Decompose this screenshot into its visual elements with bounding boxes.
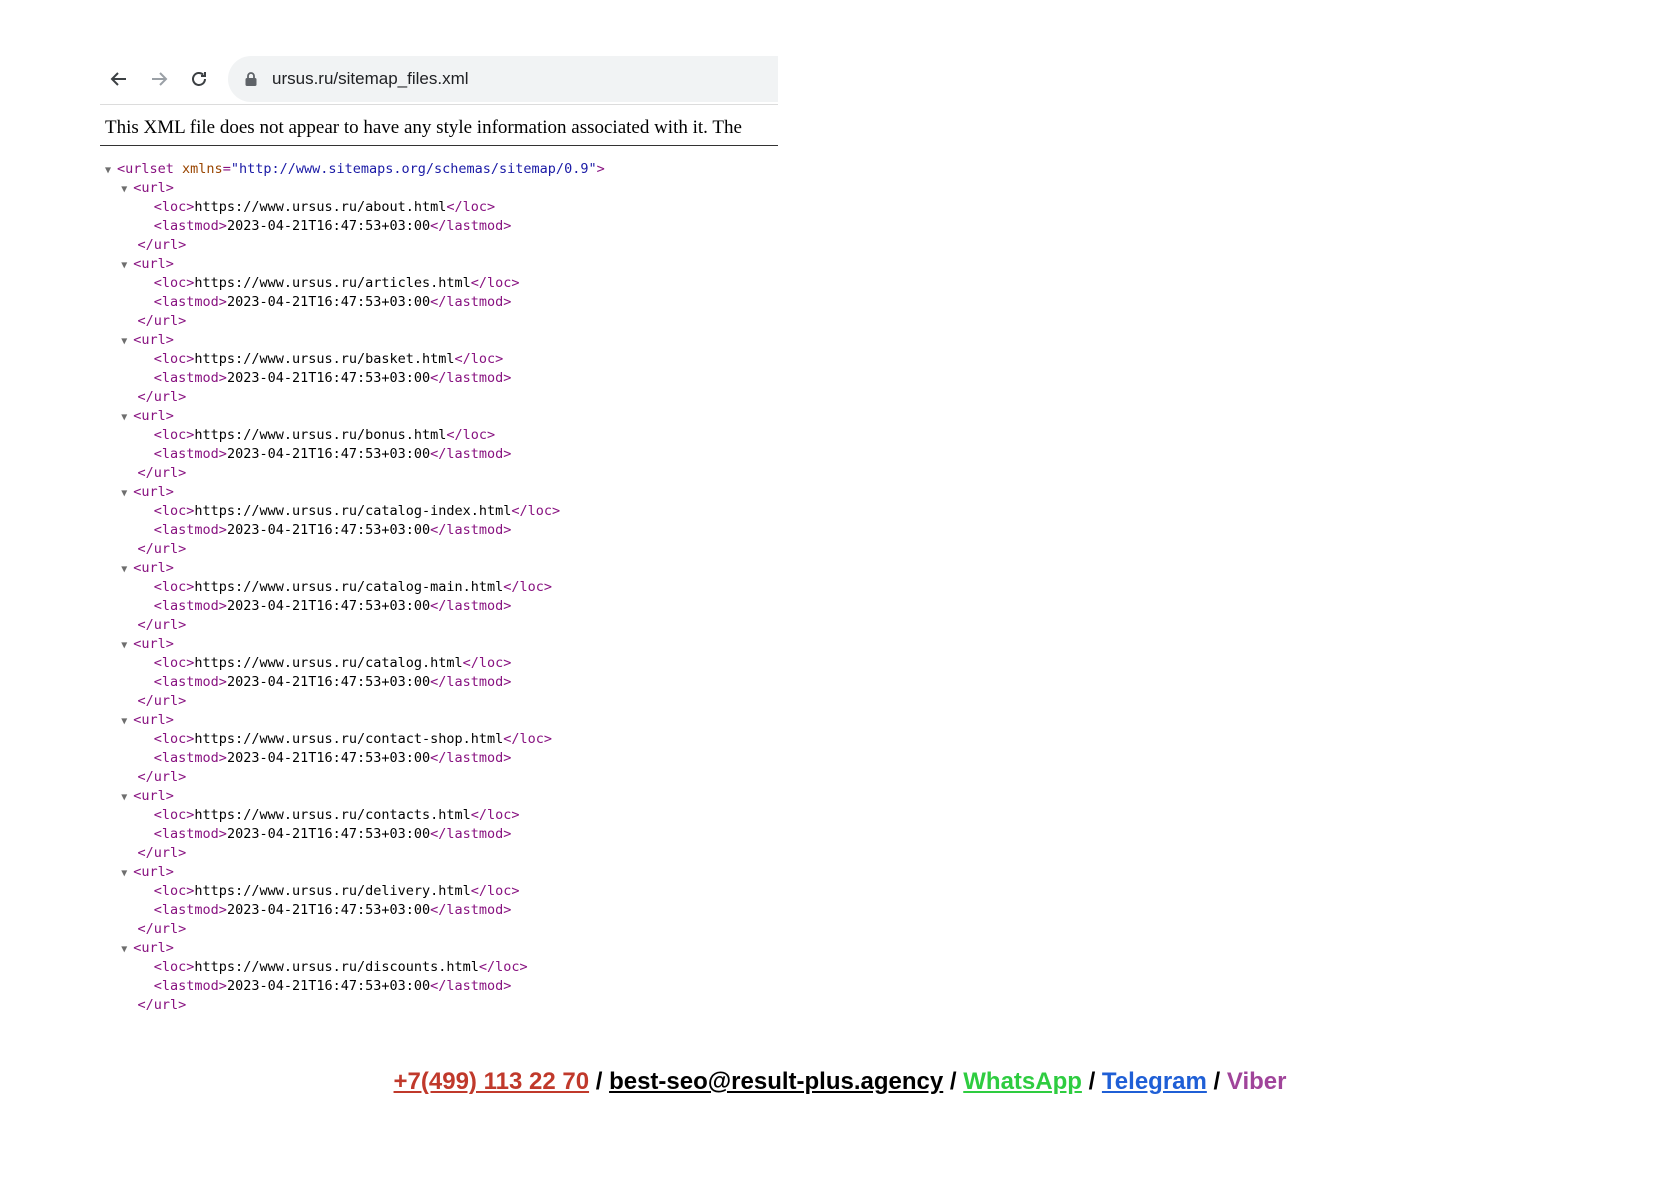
xml-url-open: ▼ <url> [105, 787, 778, 806]
xml-loc-line: <loc>https://www.ursus.ru/delivery.html<… [153, 883, 520, 899]
xml-loc-line: <loc>https://www.ursus.ru/catalog-main.h… [153, 579, 553, 595]
lastmod-value: 2023-04-21T16:47:53+03:00 [226, 598, 431, 614]
xml-loc-line: <loc>https://www.ursus.ru/catalog-index.… [153, 503, 561, 519]
xml-lastmod-line: <lastmod>2023-04-21T16:47:53+03:00</last… [153, 598, 512, 614]
loc-value: https://www.ursus.ru/catalog-main.html [194, 579, 504, 595]
address-bar[interactable] [228, 56, 778, 102]
contact-footer: +7(499) 113 22 70 / best-seo@result-plus… [393, 1068, 1287, 1095]
xml-url-open: ▼ <url> [105, 255, 778, 274]
xml-url-close: </url> [137, 617, 187, 633]
lastmod-value: 2023-04-21T16:47:53+03:00 [226, 218, 431, 234]
lastmod-value: 2023-04-21T16:47:53+03:00 [226, 750, 431, 766]
collapse-triangle-icon[interactable]: ▼ [121, 940, 133, 959]
xml-loc-line: <loc>https://www.ursus.ru/articles.html<… [153, 275, 520, 291]
lastmod-value: 2023-04-21T16:47:53+03:00 [226, 446, 431, 462]
loc-value: https://www.ursus.ru/bonus.html [194, 427, 447, 443]
xml-loc-line: <loc>https://www.ursus.ru/bonus.html</lo… [153, 427, 496, 443]
xml-url-open: ▼ <url> [105, 635, 778, 654]
lastmod-value: 2023-04-21T16:47:53+03:00 [226, 674, 431, 690]
xml-url-close: </url> [137, 769, 187, 785]
loc-value: https://www.ursus.ru/contacts.html [194, 807, 471, 823]
xml-url-close: </url> [137, 237, 187, 253]
xml-lastmod-line: <lastmod>2023-04-21T16:47:53+03:00</last… [153, 826, 512, 842]
xml-url-close: </url> [137, 921, 187, 937]
xml-url-open: ▼ <url> [105, 331, 778, 350]
lastmod-value: 2023-04-21T16:47:53+03:00 [226, 978, 431, 994]
reload-icon [192, 72, 206, 86]
xml-lastmod-line: <lastmod>2023-04-21T16:47:53+03:00</last… [153, 294, 512, 310]
lastmod-value: 2023-04-21T16:47:53+03:00 [226, 902, 431, 918]
address-input[interactable] [270, 68, 674, 90]
xml-url-open: ▼ <url> [105, 559, 778, 578]
xml-loc-line: <loc>https://www.ursus.ru/about.html</lo… [153, 199, 496, 215]
loc-value: https://www.ursus.ru/basket.html [194, 351, 455, 367]
xml-loc-line: <loc>https://www.ursus.ru/contacts.html<… [153, 807, 520, 823]
collapse-triangle-icon[interactable]: ▼ [121, 712, 133, 731]
loc-value: https://www.ursus.ru/delivery.html [194, 883, 471, 899]
collapse-triangle-icon[interactable]: ▼ [121, 332, 133, 351]
email-link[interactable]: best-seo@result-plus.agency [609, 1068, 943, 1095]
reload-button[interactable] [184, 64, 214, 94]
xml-url-open: ▼ <url> [105, 179, 778, 198]
xml-tree: ▼ <urlset xmlns="http://www.sitemaps.org/… [100, 160, 778, 1015]
xml-url-close: </url> [137, 997, 187, 1013]
collapse-triangle-icon[interactable]: ▼ [121, 864, 133, 883]
xml-lastmod-line: <lastmod>2023-04-21T16:47:53+03:00</last… [153, 978, 512, 994]
collapse-triangle-icon[interactable]: ▼ [121, 180, 133, 199]
lastmod-value: 2023-04-21T16:47:53+03:00 [226, 522, 431, 538]
xml-lastmod-line: <lastmod>2023-04-21T16:47:53+03:00</last… [153, 750, 512, 766]
loc-value: https://www.ursus.ru/catalog-index.html [194, 503, 512, 519]
lastmod-value: 2023-04-21T16:47:53+03:00 [226, 370, 431, 386]
xml-lastmod-line: <lastmod>2023-04-21T16:47:53+03:00</last… [153, 522, 512, 538]
xml-url-close: </url> [137, 541, 187, 557]
xml-url-close: </url> [137, 465, 187, 481]
browser-toolbar [100, 56, 778, 105]
xml-lastmod-line: <lastmod>2023-04-21T16:47:53+03:00</last… [153, 218, 512, 234]
loc-value: https://www.ursus.ru/articles.html [194, 275, 471, 291]
loc-value: https://www.ursus.ru/contact-shop.html [194, 731, 504, 747]
collapse-triangle-icon[interactable]: ▼ [121, 484, 133, 503]
xml-url-open: ▼ <url> [105, 483, 778, 502]
xml-loc-line: <loc>https://www.ursus.ru/basket.html</l… [153, 351, 504, 367]
collapse-triangle-icon[interactable]: ▼ [121, 408, 133, 427]
telegram-link[interactable]: Telegram [1102, 1068, 1207, 1095]
xml-lastmod-line: <lastmod>2023-04-21T16:47:53+03:00</last… [153, 446, 512, 462]
xml-root-open: ▼ <urlset xmlns="http://www.sitemaps.org/… [105, 160, 778, 179]
xml-lastmod-line: <lastmod>2023-04-21T16:47:53+03:00</last… [153, 674, 512, 690]
loc-value: https://www.ursus.ru/discounts.html [194, 959, 479, 975]
lastmod-value: 2023-04-21T16:47:53+03:00 [226, 826, 431, 842]
xml-url-close: </url> [137, 389, 187, 405]
forward-button[interactable] [144, 64, 174, 94]
xml-url-close: </url> [137, 693, 187, 709]
xml-url-open: ▼ <url> [105, 863, 778, 882]
collapse-triangle-icon[interactable]: ▼ [121, 788, 133, 807]
collapse-triangle-icon[interactable]: ▼ [121, 256, 133, 275]
collapse-triangle-icon[interactable]: ▼ [105, 161, 117, 180]
lastmod-value: 2023-04-21T16:47:53+03:00 [226, 294, 431, 310]
loc-value: https://www.ursus.ru/catalog.html [194, 655, 463, 671]
xml-url-close: </url> [137, 845, 187, 861]
collapse-triangle-icon[interactable]: ▼ [121, 636, 133, 655]
viber-link[interactable]: Viber [1227, 1068, 1287, 1095]
xml-url-open: ▼ <url> [105, 939, 778, 958]
browser-screenshot: This XML file does not appear to have an… [100, 56, 778, 1015]
xml-loc-line: <loc>https://www.ursus.ru/discounts.html… [153, 959, 528, 975]
xml-url-close: </url> [137, 313, 187, 329]
xml-lastmod-line: <lastmod>2023-04-21T16:47:53+03:00</last… [153, 370, 512, 386]
lock-icon [244, 71, 258, 87]
xml-url-open: ▼ <url> [105, 711, 778, 730]
whatsapp-link[interactable]: WhatsApp [963, 1068, 1082, 1095]
xml-loc-line: <loc>https://www.ursus.ru/catalog.html</… [153, 655, 512, 671]
arrow-right-icon [152, 72, 168, 86]
phone-link[interactable]: +7(499) 113 22 70 [394, 1068, 590, 1095]
xml-url-open: ▼ <url> [105, 407, 778, 426]
arrow-left-icon [110, 72, 126, 86]
xml-lastmod-line: <lastmod>2023-04-21T16:47:53+03:00</last… [153, 902, 512, 918]
loc-value: https://www.ursus.ru/about.html [194, 199, 447, 215]
back-button[interactable] [104, 64, 134, 94]
xml-loc-line: <loc>https://www.ursus.ru/contact-shop.h… [153, 731, 553, 747]
collapse-triangle-icon[interactable]: ▼ [121, 560, 133, 579]
xml-style-notice: This XML file does not appear to have an… [100, 105, 778, 146]
